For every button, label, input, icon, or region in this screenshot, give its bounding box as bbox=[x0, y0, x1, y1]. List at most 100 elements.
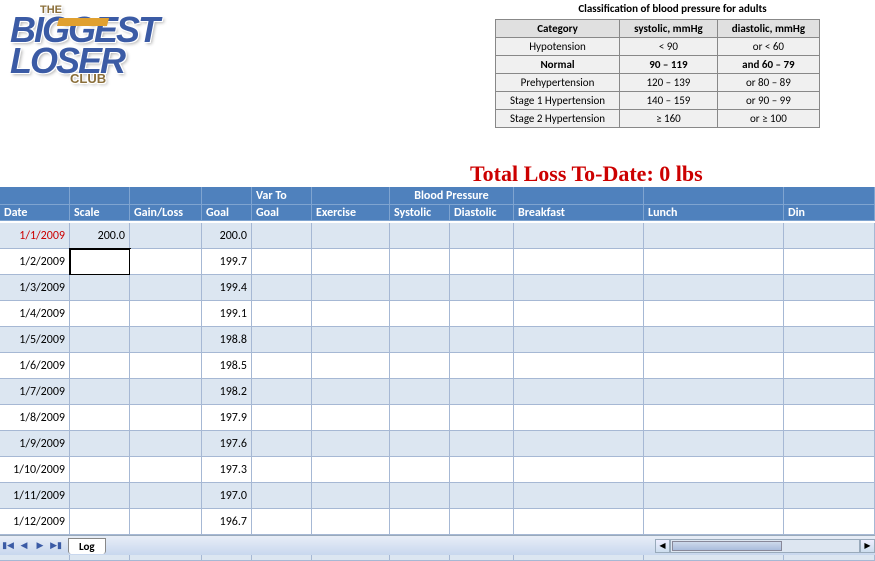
goal-cell[interactable]: 199.4 bbox=[202, 275, 252, 301]
date-cell[interactable]: 1/1/2009 bbox=[0, 223, 70, 249]
table-row[interactable]: 1/6/2009 198.5 bbox=[0, 353, 875, 379]
var-cell[interactable] bbox=[252, 353, 312, 379]
gainloss-cell[interactable] bbox=[130, 353, 202, 379]
exercise-cell[interactable] bbox=[312, 431, 390, 457]
scroll-thumb[interactable] bbox=[672, 541, 782, 551]
var-cell[interactable] bbox=[252, 405, 312, 431]
data-grid[interactable]: 1/1/2009200.0200.01/2/2009199.71/3/20091… bbox=[0, 223, 875, 561]
lunch-cell[interactable] bbox=[644, 353, 784, 379]
systolic-cell[interactable] bbox=[390, 353, 450, 379]
scale-cell[interactable] bbox=[70, 405, 130, 431]
table-row[interactable]: 1/5/2009 198.8 bbox=[0, 327, 875, 353]
var-cell[interactable] bbox=[252, 223, 312, 249]
goal-cell[interactable]: 198.5 bbox=[202, 353, 252, 379]
scroll-track[interactable] bbox=[670, 539, 860, 553]
exercise-cell[interactable] bbox=[312, 405, 390, 431]
lunch-cell[interactable] bbox=[644, 223, 784, 249]
lunch-cell[interactable] bbox=[644, 249, 784, 275]
diastolic-cell[interactable] bbox=[450, 275, 514, 301]
exercise-cell[interactable] bbox=[312, 379, 390, 405]
table-row[interactable]: 1/7/2009 198.2 bbox=[0, 379, 875, 405]
table-row[interactable]: 1/3/2009199.4 bbox=[0, 275, 875, 301]
lunch-cell[interactable] bbox=[644, 327, 784, 353]
exercise-cell[interactable] bbox=[312, 353, 390, 379]
table-row[interactable]: 1/4/2009199.1 bbox=[0, 301, 875, 327]
breakfast-cell[interactable] bbox=[514, 249, 644, 275]
diastolic-cell[interactable] bbox=[450, 379, 514, 405]
gainloss-cell[interactable] bbox=[130, 457, 202, 483]
date-cell[interactable]: 1/8/2009 bbox=[0, 405, 70, 431]
var-cell[interactable] bbox=[252, 275, 312, 301]
date-cell[interactable]: 1/7/2009 bbox=[0, 379, 70, 405]
goal-cell[interactable]: 197.3 bbox=[202, 457, 252, 483]
scale-cell[interactable]: 200.0 bbox=[70, 223, 130, 249]
date-cell[interactable]: 1/9/2009 bbox=[0, 431, 70, 457]
exercise-cell[interactable] bbox=[312, 301, 390, 327]
gainloss-cell[interactable] bbox=[130, 223, 202, 249]
tab-nav-prev-icon[interactable]: ◀ bbox=[16, 538, 32, 554]
diastolic-cell[interactable] bbox=[450, 509, 514, 535]
gainloss-cell[interactable] bbox=[130, 379, 202, 405]
systolic-cell[interactable] bbox=[390, 275, 450, 301]
table-row[interactable]: 1/1/2009200.0200.0 bbox=[0, 223, 875, 249]
horizontal-scrollbar[interactable]: ◀ ▶ bbox=[655, 539, 875, 553]
diastolic-cell[interactable] bbox=[450, 249, 514, 275]
breakfast-cell[interactable] bbox=[514, 483, 644, 509]
breakfast-cell[interactable] bbox=[514, 431, 644, 457]
table-row[interactable]: 1/11/2009197.0 bbox=[0, 483, 875, 509]
goal-cell[interactable]: 197.6 bbox=[202, 431, 252, 457]
systolic-cell[interactable] bbox=[390, 223, 450, 249]
diastolic-cell[interactable] bbox=[450, 223, 514, 249]
var-cell[interactable] bbox=[252, 249, 312, 275]
diastolic-cell[interactable] bbox=[450, 483, 514, 509]
systolic-cell[interactable] bbox=[390, 301, 450, 327]
scale-cell[interactable] bbox=[70, 327, 130, 353]
table-row[interactable]: 1/9/2009 197.6 bbox=[0, 431, 875, 457]
systolic-cell[interactable] bbox=[390, 483, 450, 509]
dinner-cell[interactable] bbox=[784, 405, 875, 431]
goal-cell[interactable]: 198.8 bbox=[202, 327, 252, 353]
dinner-cell[interactable] bbox=[784, 301, 875, 327]
tab-nav-next-icon[interactable]: ▶ bbox=[32, 538, 48, 554]
scale-cell[interactable] bbox=[70, 301, 130, 327]
exercise-cell[interactable] bbox=[312, 509, 390, 535]
var-cell[interactable] bbox=[252, 457, 312, 483]
date-cell[interactable]: 1/10/2009 bbox=[0, 457, 70, 483]
goal-cell[interactable]: 199.1 bbox=[202, 301, 252, 327]
var-cell[interactable] bbox=[252, 483, 312, 509]
systolic-cell[interactable] bbox=[390, 457, 450, 483]
date-cell[interactable]: 1/11/2009 bbox=[0, 483, 70, 509]
date-cell[interactable]: 1/6/2009 bbox=[0, 353, 70, 379]
table-row[interactable]: 1/8/2009197.9 bbox=[0, 405, 875, 431]
breakfast-cell[interactable] bbox=[514, 405, 644, 431]
scroll-left-icon[interactable]: ◀ bbox=[655, 539, 670, 553]
dinner-cell[interactable] bbox=[784, 431, 875, 457]
date-cell[interactable]: 1/12/2009 bbox=[0, 509, 70, 535]
goal-cell[interactable]: 198.2 bbox=[202, 379, 252, 405]
dinner-cell[interactable] bbox=[784, 275, 875, 301]
breakfast-cell[interactable] bbox=[514, 353, 644, 379]
breakfast-cell[interactable] bbox=[514, 327, 644, 353]
scale-cell[interactable] bbox=[70, 431, 130, 457]
dinner-cell[interactable] bbox=[784, 249, 875, 275]
diastolic-cell[interactable] bbox=[450, 405, 514, 431]
breakfast-cell[interactable] bbox=[514, 223, 644, 249]
gainloss-cell[interactable] bbox=[130, 301, 202, 327]
exercise-cell[interactable] bbox=[312, 483, 390, 509]
breakfast-cell[interactable] bbox=[514, 301, 644, 327]
exercise-cell[interactable] bbox=[312, 457, 390, 483]
gainloss-cell[interactable] bbox=[130, 327, 202, 353]
systolic-cell[interactable] bbox=[390, 379, 450, 405]
diastolic-cell[interactable] bbox=[450, 457, 514, 483]
table-row[interactable]: 1/12/2009196.7 bbox=[0, 509, 875, 535]
var-cell[interactable] bbox=[252, 301, 312, 327]
date-cell[interactable]: 1/5/2009 bbox=[0, 327, 70, 353]
scale-cell[interactable] bbox=[70, 457, 130, 483]
tab-nav-last-icon[interactable]: ▶▮ bbox=[48, 538, 64, 554]
var-cell[interactable] bbox=[252, 431, 312, 457]
lunch-cell[interactable] bbox=[644, 275, 784, 301]
var-cell[interactable] bbox=[252, 379, 312, 405]
systolic-cell[interactable] bbox=[390, 327, 450, 353]
systolic-cell[interactable] bbox=[390, 405, 450, 431]
lunch-cell[interactable] bbox=[644, 509, 784, 535]
